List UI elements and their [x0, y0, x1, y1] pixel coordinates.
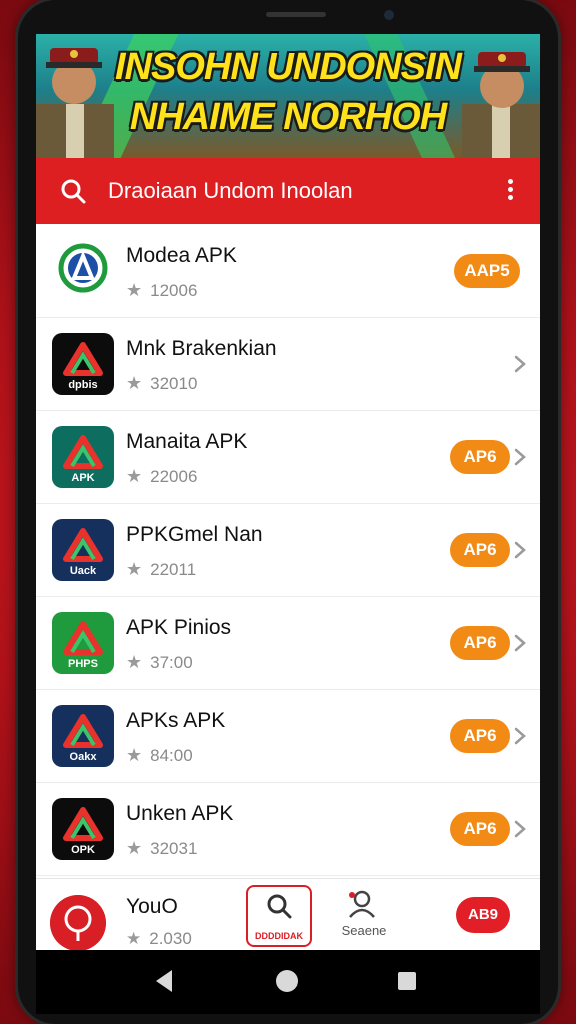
nav-search-button[interactable]: DDDDIDAK [246, 885, 312, 947]
install-button[interactable]: AAP5 [454, 254, 520, 288]
app-icon[interactable]: Oakx [52, 705, 114, 767]
app-list-row[interactable]: OPK Unken APK ★ 32031 AP6 [36, 782, 540, 876]
app-icon[interactable]: Uack [52, 519, 114, 581]
rating-value: 2.030 [149, 929, 192, 948]
star-icon: ★ [126, 838, 143, 858]
rating-value: 37:00 [150, 653, 193, 672]
recent-apps-icon[interactable] [398, 972, 416, 990]
star-icon: ★ [126, 280, 143, 300]
install-button[interactable]: AP6 [450, 626, 510, 660]
star-icon: ★ [126, 373, 143, 393]
rating-value: 32010 [150, 374, 198, 393]
search-icon[interactable] [60, 178, 86, 204]
app-name: APK Pinios [126, 616, 232, 639]
app-name: Modea APK [126, 244, 237, 267]
app-list: Modea APK ★ 12006 AAP5 dpbis Mnk Brakenkian ★ 3… [36, 224, 540, 886]
app-icon-label: PHPS [68, 658, 98, 670]
app-screen: INSOHN UNDONSIN NHAIME NORHOH Draoiaan U… [36, 34, 540, 950]
app-rating: ★ 22011 [126, 559, 196, 580]
app-icon[interactable] [52, 240, 114, 302]
star-icon: ★ [126, 559, 143, 579]
chevron-right-icon[interactable] [514, 448, 526, 466]
app-name: Mnk Brakenkian [126, 337, 277, 360]
front-camera [384, 10, 394, 20]
nav-people-label: Seaene [341, 923, 387, 938]
bottom-navigation: YouO ★ 2.030 DDDDIDAK Seaene AB9 [36, 878, 540, 950]
more-options-icon[interactable] [504, 176, 516, 206]
star-icon: ★ [126, 929, 142, 948]
chevron-right-icon[interactable] [514, 541, 526, 559]
people-icon[interactable] [342, 889, 382, 919]
chevron-right-icon[interactable] [514, 820, 526, 838]
star-icon: ★ [126, 466, 143, 486]
install-button[interactable]: AP6 [450, 719, 510, 753]
chevron-right-icon[interactable] [514, 727, 526, 745]
system-navigation-bar [36, 950, 540, 1014]
back-icon[interactable] [156, 970, 172, 992]
rating-value: 22006 [150, 467, 198, 486]
rating-value: 84:00 [150, 746, 193, 765]
app-icon-label: dpbis [68, 379, 98, 391]
app-rating: ★ 32031 [126, 838, 197, 859]
app-rating: ★ 32010 [126, 373, 197, 394]
app-list-row[interactable]: APK Manaita APK ★ 22006 AP6 [36, 410, 540, 504]
install-button[interactable]: AP6 [450, 440, 510, 474]
app-icon[interactable]: dpbis [52, 333, 114, 395]
app-list-row[interactable]: dpbis Mnk Brakenkian ★ 32010 [36, 317, 540, 411]
app-name: PPKGmel Nan [126, 523, 263, 546]
app-rating: ★ 12006 [126, 280, 197, 301]
star-icon: ★ [126, 745, 143, 765]
app-icon[interactable]: OPK [52, 798, 114, 860]
rating-value: 22011 [150, 560, 197, 579]
app-list-row[interactable]: Uack PPKGmel Nan ★ 22011 AP6 [36, 503, 540, 597]
star-icon: ★ [126, 652, 143, 672]
app-icon-label: Oakx [69, 751, 97, 763]
banner-title-line1: INSOHN UNDONSIN [114, 46, 462, 88]
app-rating: ★ 84:00 [126, 745, 193, 766]
app-rating: ★ 22006 [126, 466, 197, 487]
rating-value: 32031 [150, 839, 198, 858]
app-icon[interactable]: PHPS [52, 612, 114, 674]
app-list-row[interactable]: Oakx APKs APK ★ 84:00 AP6 [36, 689, 540, 783]
app-icon-label: Uack [69, 565, 97, 577]
app-name: Unken APK [126, 802, 234, 825]
search-bar[interactable]: Draoiaan Undom Inoolan [36, 158, 540, 224]
rating-value: 12006 [150, 281, 198, 300]
app-list-row[interactable]: PHPS APK Pinios ★ 37:00 AP6 [36, 596, 540, 690]
chevron-right-icon[interactable] [514, 634, 526, 652]
app-name: APKs APK [126, 709, 226, 732]
app-logo-icon[interactable] [50, 895, 106, 950]
install-button[interactable]: AP6 [450, 812, 510, 846]
bottom-app-rating: ★ 2.030 [126, 929, 192, 949]
app-list-row[interactable]: Modea APK ★ 12006 AAP5 [36, 224, 540, 318]
install-button[interactable]: AP6 [450, 533, 510, 567]
app-name: Manaita APK [126, 430, 248, 453]
nav-badge-button[interactable]: AB9 [456, 897, 510, 933]
app-icon-label: OPK [71, 844, 95, 856]
home-icon[interactable] [276, 970, 298, 992]
chevron-right-icon[interactable] [514, 355, 526, 373]
banner-title-line2: NHAIME NORHOH [129, 96, 447, 138]
bottom-app-name: YouO [126, 895, 178, 918]
promo-banner[interactable]: INSOHN UNDONSIN NHAIME NORHOH [36, 34, 540, 158]
app-rating: ★ 37:00 [126, 652, 193, 673]
app-icon[interactable]: APK [52, 426, 114, 488]
nav-search-label: DDDDIDAK [255, 931, 303, 941]
app-icon-label: APK [71, 472, 95, 484]
search-icon [267, 894, 292, 919]
speaker-grille [266, 12, 326, 17]
search-input[interactable]: Draoiaan Undom Inoolan [108, 178, 353, 204]
